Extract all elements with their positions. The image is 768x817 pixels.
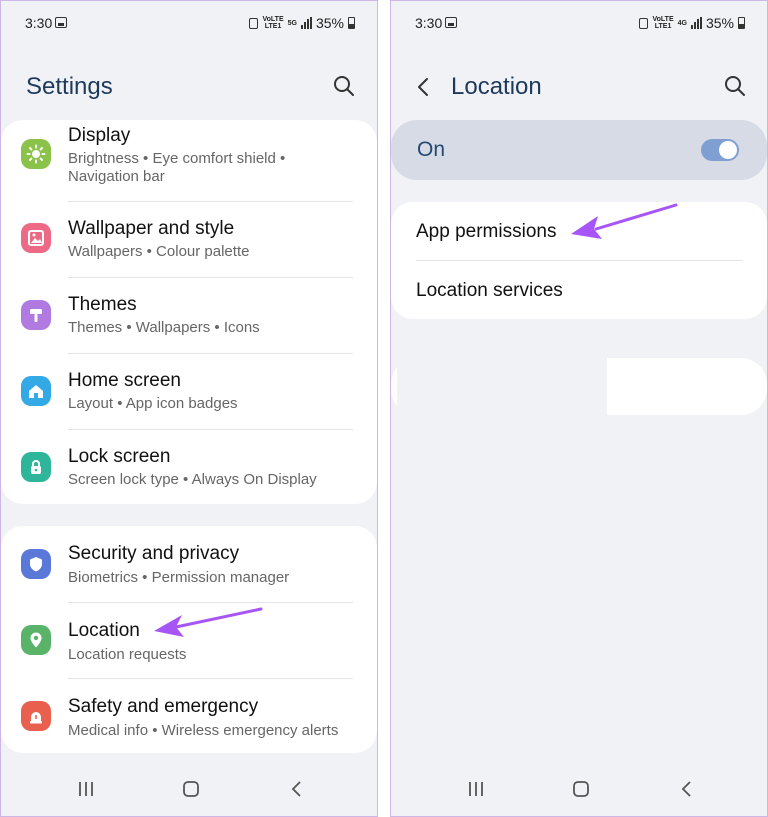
settings-item-subtitle: Medical info • Wireless emergency alerts	[68, 722, 339, 739]
settings-item-title: Home screen	[68, 370, 181, 391]
recents-button[interactable]	[73, 776, 99, 802]
shield-icon	[21, 549, 51, 579]
status-time: 3:30	[25, 15, 53, 31]
wallpaper-icon	[21, 223, 51, 253]
emergency-icon	[21, 701, 51, 731]
settings-item-safety-emergency[interactable]: Safety and emergency Medical info • Wire…	[1, 679, 377, 753]
home-button[interactable]	[568, 776, 594, 802]
settings-item-security-privacy[interactable]: Security and privacy Biometrics • Permis…	[1, 526, 377, 601]
back-icon	[291, 781, 301, 797]
back-arrow-icon[interactable]	[415, 76, 431, 98]
settings-item-title: Wallpaper and style	[68, 218, 235, 239]
app-permissions-label: App permissions	[416, 221, 557, 242]
settings-item-title: Display	[68, 125, 131, 146]
location-services-item[interactable]: Location services	[391, 261, 767, 319]
search-icon[interactable]	[333, 75, 355, 97]
redacted-region	[397, 358, 607, 415]
page-title: Location	[451, 73, 542, 100]
settings-item-subtitle: Location requests	[68, 646, 187, 663]
back-button[interactable]	[674, 776, 700, 802]
battery-percent: 35%	[705, 15, 734, 31]
gallery-notification-icon	[445, 17, 457, 28]
location-services-label: Location services	[416, 280, 563, 301]
settings-group-security: Security and privacy Biometrics • Permis…	[1, 526, 377, 753]
battery-icon	[348, 17, 355, 29]
battery-icon	[738, 17, 745, 29]
signal-icon	[300, 17, 312, 29]
lock-icon	[21, 452, 51, 482]
recents-icon	[469, 782, 483, 796]
settings-item-title: Security and privacy	[68, 543, 240, 564]
volte-label: VoLTE	[262, 16, 284, 23]
home-icon	[21, 376, 51, 406]
navigation-bar	[1, 776, 377, 802]
volte-label: VoLTE	[652, 16, 674, 23]
settings-item-location[interactable]: Location Location requests	[1, 603, 377, 678]
themes-icon	[21, 300, 51, 330]
recents-icon	[79, 782, 93, 796]
settings-item-wallpaper[interactable]: Wallpaper and style Wallpapers • Colour …	[1, 202, 377, 277]
lte-label: LTE1	[264, 23, 282, 30]
home-nav-icon	[573, 781, 589, 797]
back-button[interactable]	[284, 776, 310, 802]
battery-percent: 35%	[315, 15, 344, 31]
settings-item-lock-screen[interactable]: Lock screen Screen lock type • Always On…	[1, 430, 377, 504]
secure-icon	[639, 17, 649, 29]
home-nav-icon	[183, 781, 199, 797]
settings-item-subtitle: Biometrics • Permission manager	[68, 569, 290, 586]
status-bar: 3:30 VoLTE LTE1 4G 35%	[391, 15, 767, 33]
app-permissions-item[interactable]: App permissions	[391, 202, 767, 260]
location-toggle-row[interactable]: On	[391, 120, 767, 180]
settings-item-subtitle: Screen lock type • Always On Display	[68, 471, 317, 488]
settings-item-display[interactable]: Display Brightness • Eye comfort shield …	[1, 120, 377, 200]
gallery-notification-icon	[55, 17, 67, 28]
home-button[interactable]	[178, 776, 204, 802]
settings-item-title: Lock screen	[68, 446, 171, 467]
secure-icon	[249, 17, 259, 29]
page-title: Settings	[26, 73, 113, 100]
settings-item-title: Themes	[68, 294, 137, 315]
toggle-label: On	[417, 138, 446, 161]
search-icon[interactable]	[724, 75, 746, 97]
settings-item-themes[interactable]: Themes Themes • Wallpapers • Icons	[1, 278, 377, 353]
settings-item-home-screen[interactable]: Home screen Layout • App icon badges	[1, 354, 377, 429]
network-gen-label: 5G	[287, 19, 297, 27]
switch-knob	[719, 141, 737, 159]
settings-item-subtitle: Wallpapers • Colour palette	[68, 243, 250, 260]
location-switch[interactable]	[701, 139, 739, 161]
settings-item-subtitle: Themes • Wallpapers • Icons	[68, 319, 260, 336]
back-icon	[681, 781, 691, 797]
location-screen: 3:30 VoLTE LTE1 4G 35% Location On App pe…	[390, 0, 768, 817]
settings-item-subtitle: Brightness • Eye comfort shield • Naviga…	[68, 150, 286, 185]
settings-item-title: Safety and emergency	[68, 696, 259, 717]
display-icon	[21, 139, 51, 169]
network-gen-label: 4G	[677, 19, 687, 27]
signal-icon	[690, 17, 702, 29]
navigation-bar	[391, 776, 767, 802]
location-options-card: App permissions Location services	[391, 202, 767, 319]
status-bar: 3:30 VoLTE LTE1 5G 35%	[1, 15, 377, 33]
settings-group-personalization: Display Brightness • Eye comfort shield …	[1, 120, 377, 504]
recents-button[interactable]	[463, 776, 489, 802]
settings-screen: 3:30 VoLTE LTE1 5G 35% Settings Display B…	[0, 0, 378, 817]
status-time: 3:30	[415, 15, 443, 31]
hidden-options-card	[391, 358, 767, 415]
lte-label: LTE1	[654, 23, 672, 30]
location-pin-icon	[21, 625, 51, 655]
settings-item-subtitle: Layout • App icon badges	[68, 395, 238, 412]
settings-item-title: Location	[68, 620, 140, 641]
